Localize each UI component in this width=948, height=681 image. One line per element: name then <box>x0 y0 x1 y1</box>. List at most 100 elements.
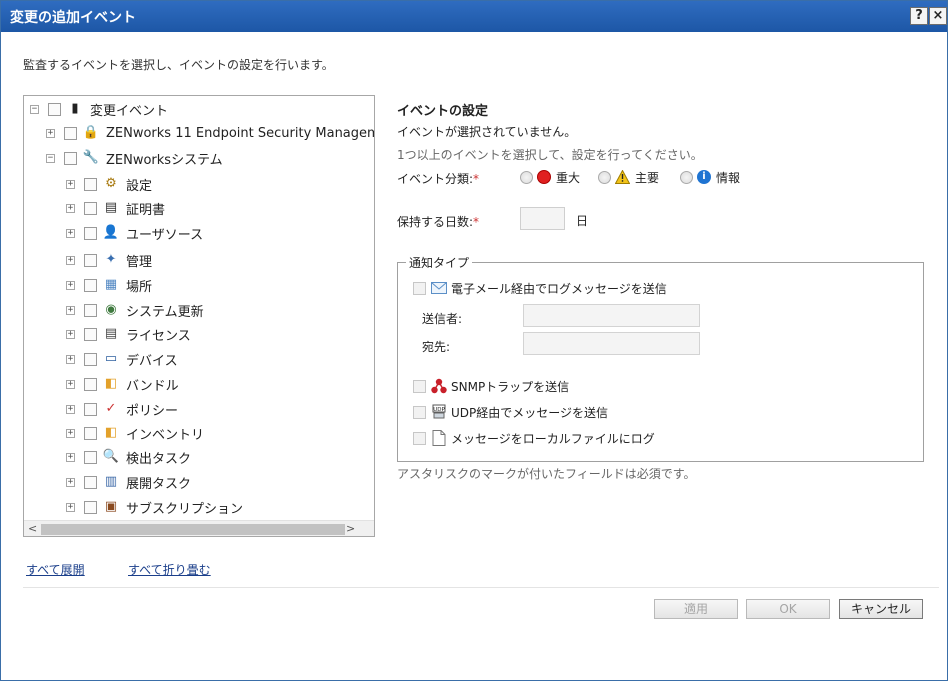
tree-item[interactable]: + ▤ 証明書 <box>66 198 165 218</box>
envelope-icon <box>431 280 447 296</box>
magnifier-icon: 🔍 <box>102 449 120 464</box>
expand-icon[interactable]: + <box>66 379 75 389</box>
tree-item[interactable]: + ▣ サブスクリプション <box>66 497 243 517</box>
tree-item-checkbox[interactable] <box>84 253 97 267</box>
event-settings-title: イベントの設定 <box>397 104 489 119</box>
tree-item-checkbox[interactable] <box>84 450 97 464</box>
tree-horizontal-scrollbar[interactable]: < > <box>24 520 374 536</box>
tree-item-checkbox[interactable] <box>84 426 97 440</box>
tree-item[interactable]: + ◧ インベントリ <box>66 423 204 443</box>
collapse-all-link[interactable]: すべて折り畳む <box>128 561 211 578</box>
expand-icon[interactable]: + <box>66 502 75 512</box>
tree-item-checkbox[interactable] <box>84 402 97 416</box>
tree-item-checkbox[interactable] <box>84 500 97 514</box>
tree-item[interactable]: + ✦ 管理 <box>66 250 152 270</box>
user-source-icon: 👤 <box>102 225 120 240</box>
expand-icon[interactable]: + <box>66 305 75 315</box>
tree-item[interactable]: + 🔒 ZENworks 11 Endpoint Security Manageme… <box>46 123 375 143</box>
tree-item-checkbox[interactable] <box>84 303 97 317</box>
horizontal-scroll-thumb[interactable] <box>41 524 345 535</box>
scroll-left-icon[interactable]: < <box>28 522 37 535</box>
expand-icon[interactable]: + <box>66 255 75 265</box>
tree-item-label: 展開タスク <box>126 476 192 492</box>
tree-item[interactable]: + ▥ 展開タスク <box>66 472 191 492</box>
tree-item[interactable]: + ✓ ポリシー <box>66 399 178 419</box>
tree-item[interactable]: + 👤 ユーザソース <box>66 223 203 243</box>
expand-icon[interactable]: + <box>66 404 75 414</box>
expand-icon[interactable]: + <box>66 354 75 364</box>
critical-radio[interactable] <box>520 170 533 184</box>
snmp-option-label: SNMPトラップを送信 <box>451 379 570 394</box>
snmp-checkbox[interactable] <box>413 379 426 393</box>
tree-item-label: ZENworks 11 Endpoint Security Management <box>106 125 375 141</box>
apply-button[interactable]: 適用 <box>654 599 738 619</box>
required-note: アスタリスクのマークが付いたフィールドは必須です。 <box>397 467 696 481</box>
tree-item-checkbox[interactable] <box>84 352 97 366</box>
dialog-title: 変更の追加イベント <box>10 10 136 26</box>
days-unit-label: 日 <box>576 214 589 228</box>
tree-item-label: バンドル <box>126 378 179 394</box>
expand-icon[interactable]: + <box>66 329 75 339</box>
tree-item-checkbox[interactable] <box>48 102 61 116</box>
recipient-input[interactable] <box>523 332 700 355</box>
category-major-option[interactable]: 主要 <box>598 168 659 186</box>
collapse-icon[interactable]: − <box>46 153 55 163</box>
local-file-checkbox[interactable] <box>413 431 426 445</box>
tree-item-label: 証明書 <box>126 202 166 218</box>
category-info-option[interactable]: i 情報 <box>680 168 740 186</box>
collapse-icon[interactable]: − <box>30 104 39 114</box>
info-icon: i <box>697 170 711 184</box>
tree-item-label: 管理 <box>126 254 153 270</box>
category-critical-option[interactable]: 重大 <box>520 168 580 186</box>
info-radio[interactable] <box>680 170 693 184</box>
tree-item[interactable]: + ⚙ 設定 <box>66 174 152 194</box>
tree-item[interactable]: − 🔧 ZENworksシステム <box>46 148 223 168</box>
tree-item-label: ユーザソース <box>126 227 204 243</box>
major-radio[interactable] <box>598 170 611 184</box>
expand-icon[interactable]: + <box>66 452 75 462</box>
expand-icon[interactable]: + <box>66 228 75 238</box>
help-button[interactable]: ? <box>910 7 928 25</box>
cancel-button[interactable]: キャンセル <box>839 599 923 619</box>
snmp-notification-option[interactable]: SNMPトラップを送信 <box>413 377 569 395</box>
tree-item-checkbox[interactable] <box>84 177 97 191</box>
tree-item-checkbox[interactable] <box>64 151 77 165</box>
tree-item[interactable]: + ▭ デバイス <box>66 349 178 369</box>
tree-item-checkbox[interactable] <box>84 475 97 489</box>
tree-item[interactable]: + ◧ バンドル <box>66 374 179 394</box>
tree-item-checkbox[interactable] <box>84 377 97 391</box>
event-category-label: イベント分類:* <box>397 170 479 187</box>
tree-item-checkbox[interactable] <box>64 126 77 140</box>
expand-icon[interactable]: + <box>66 179 75 189</box>
tree-item[interactable]: − ▮ 変更イベント <box>30 99 168 119</box>
tree-item-checkbox[interactable] <box>84 278 97 292</box>
email-option-label: 電子メール経由でログメッセージを送信 <box>451 281 667 296</box>
close-button[interactable]: × <box>929 7 947 25</box>
email-checkbox[interactable] <box>413 281 426 295</box>
tree-item-checkbox[interactable] <box>84 226 97 240</box>
scroll-right-icon[interactable]: > <box>346 522 355 535</box>
local-file-notification-option[interactable]: メッセージをローカルファイルにログ <box>413 429 655 447</box>
tree-item-checkbox[interactable] <box>84 327 97 341</box>
retention-days-input[interactable] <box>520 207 565 230</box>
expand-icon[interactable]: + <box>66 428 75 438</box>
major-label: 主要 <box>635 170 660 185</box>
tree-item[interactable]: + 🔍 検出タスク <box>66 447 191 467</box>
tree-item[interactable]: + ▦ 場所 <box>66 275 152 295</box>
email-notification-option[interactable]: 電子メール経由でログメッセージを送信 <box>413 279 667 297</box>
ok-button[interactable]: OK <box>746 599 830 619</box>
udp-notification-option[interactable]: UDP UDP経由でメッセージを送信 <box>413 403 608 421</box>
expand-icon[interactable]: + <box>66 280 75 290</box>
expand-icon[interactable]: + <box>66 477 75 487</box>
tree-item-label: 変更イベント <box>90 103 169 119</box>
tree-item-checkbox[interactable] <box>84 201 97 215</box>
sender-input[interactable] <box>523 304 700 327</box>
admin-icon: ✦ <box>105 252 117 267</box>
expand-icon[interactable]: + <box>66 203 75 213</box>
expand-all-link[interactable]: すべて展開 <box>26 561 85 578</box>
tree-item[interactable]: + ▤ ライセンス <box>66 324 191 344</box>
tree-item-label: サブスクリプション <box>126 501 244 517</box>
udp-checkbox[interactable] <box>413 405 426 419</box>
tree-item[interactable]: + ◉ システム更新 <box>66 300 204 320</box>
expand-icon[interactable]: + <box>46 128 55 138</box>
